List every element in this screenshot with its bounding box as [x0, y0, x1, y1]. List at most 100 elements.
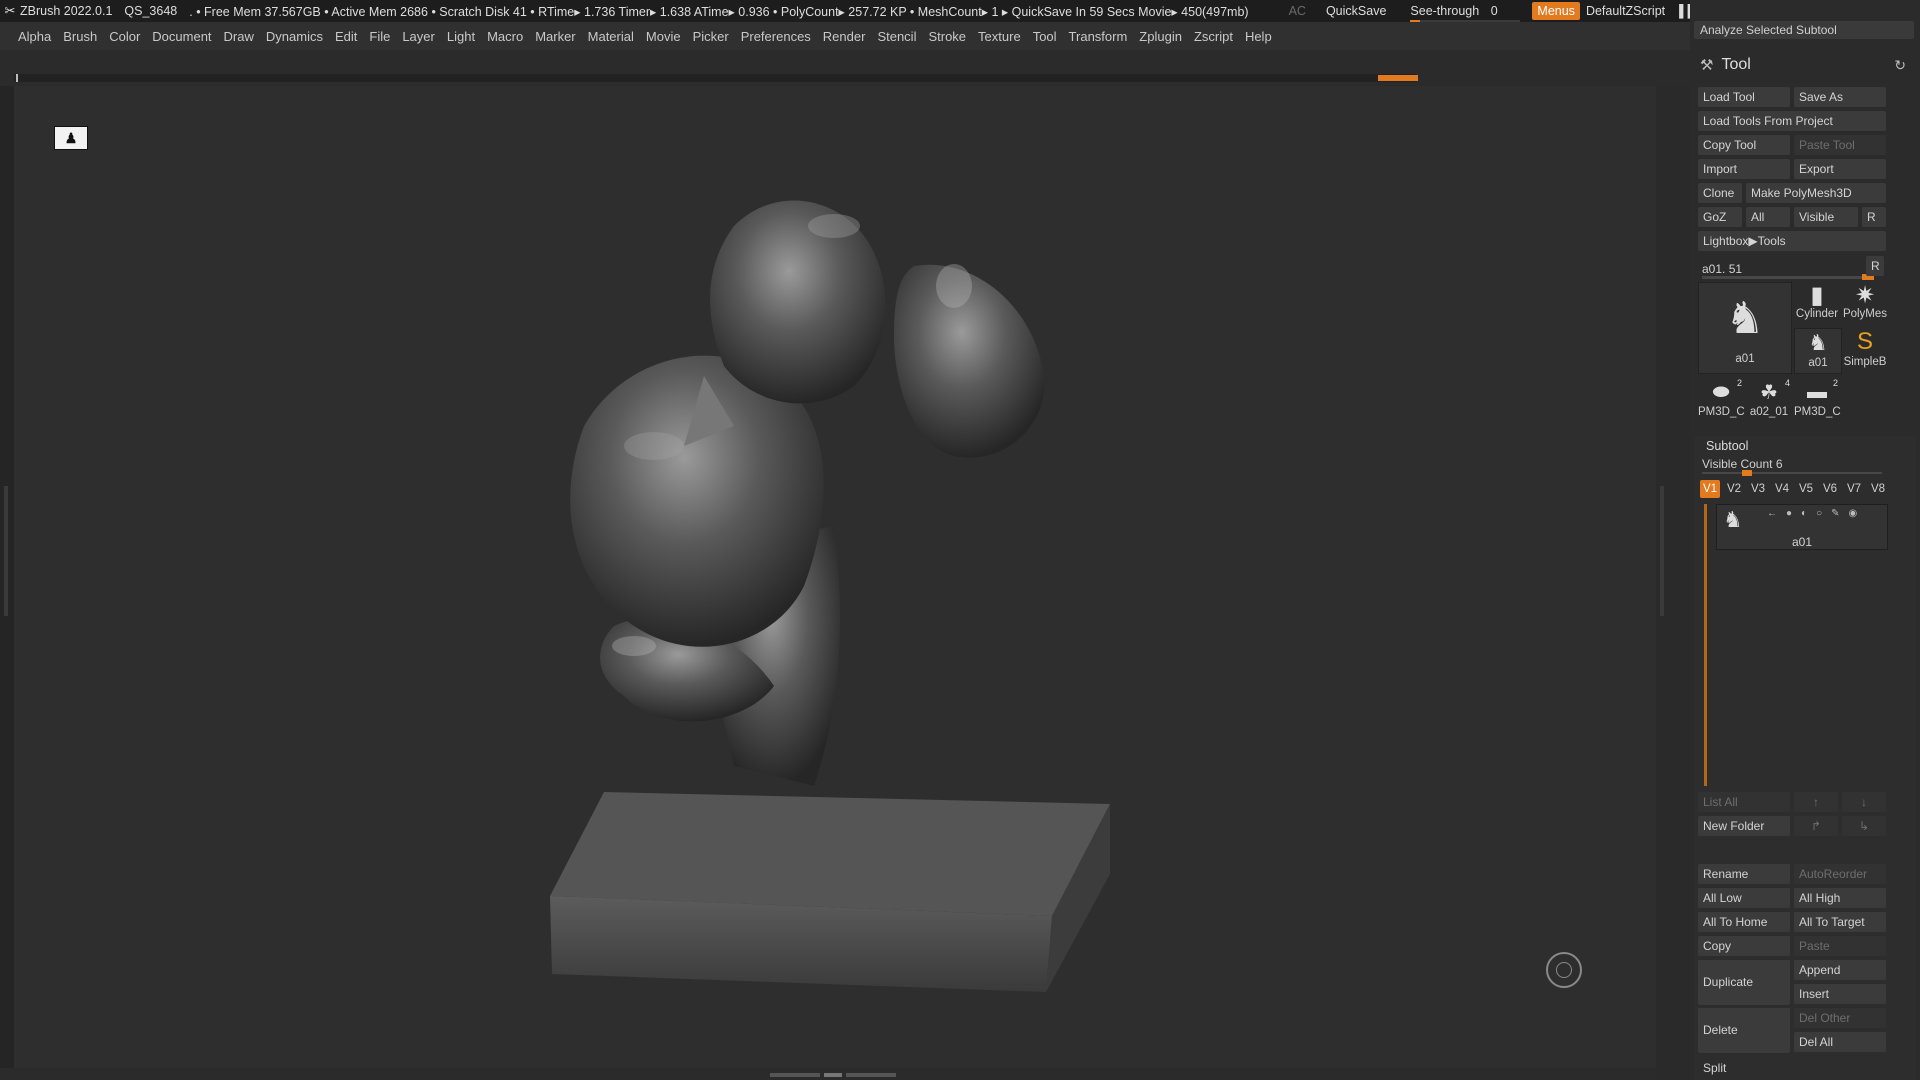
menu-zscript[interactable]: Zscript	[1194, 29, 1233, 44]
folder-out-icon[interactable]: ↳	[1842, 816, 1886, 836]
menu-macro[interactable]: Macro	[487, 29, 523, 44]
menus-toggle-button[interactable]: Menus	[1532, 2, 1580, 20]
tool-thumb-polymesh[interactable]: ✷ PolyMes	[1842, 282, 1888, 322]
save-as-button[interactable]: Save As	[1794, 87, 1886, 107]
tool-thumb-main[interactable]: ♞ a01	[1698, 282, 1792, 374]
all-to-home-button[interactable]: All To Home	[1698, 912, 1790, 932]
list-all-button[interactable]: List All	[1698, 792, 1790, 812]
folder-icon[interactable]: ○	[1816, 508, 1822, 519]
del-all-button[interactable]: Del All	[1794, 1032, 1886, 1052]
tool-thumb-pm3d-2[interactable]: 2 ▬ PM3D_C	[1794, 378, 1841, 422]
document-canvas[interactable]: ♟	[14, 86, 1656, 1068]
autoreorder-button[interactable]: AutoReorder	[1794, 864, 1886, 884]
load-tool-button[interactable]: Load Tool	[1698, 87, 1790, 107]
menu-help[interactable]: Help	[1245, 29, 1272, 44]
menu-zplugin[interactable]: Zplugin	[1139, 29, 1182, 44]
vset-v6[interactable]: V6	[1820, 480, 1840, 498]
refresh-icon[interactable]: ↻	[1894, 57, 1906, 74]
menu-texture[interactable]: Texture	[978, 29, 1021, 44]
move-down-icon[interactable]: ↓	[1842, 792, 1886, 812]
goz-all-button[interactable]: All	[1746, 207, 1790, 227]
analyze-subtool-button[interactable]: Analyze Selected Subtool	[1694, 21, 1914, 39]
insert-button[interactable]: Insert	[1794, 984, 1886, 1004]
vset-v1[interactable]: V1	[1700, 480, 1720, 498]
all-high-button[interactable]: All High	[1794, 888, 1886, 908]
tool-thumb-cylinder[interactable]: ▮ Cylinder	[1794, 282, 1840, 322]
vset-v7[interactable]: V7	[1844, 480, 1864, 498]
delete-button[interactable]: Delete	[1698, 1008, 1790, 1053]
brush-icon[interactable]: ←	[1767, 508, 1777, 519]
vset-v3[interactable]: V3	[1748, 480, 1768, 498]
vset-v5[interactable]: V5	[1796, 480, 1816, 498]
menu-preferences[interactable]: Preferences	[741, 29, 811, 44]
polypaint-icon[interactable]: ◐	[1801, 508, 1807, 519]
menu-tool[interactable]: Tool	[1033, 29, 1057, 44]
split-button[interactable]: Split	[1698, 1058, 1790, 1078]
right-tray[interactable]	[1656, 86, 1690, 1080]
menu-light[interactable]: Light	[447, 29, 475, 44]
clone-button[interactable]: Clone	[1698, 183, 1742, 203]
paste-tool-button[interactable]: Paste Tool	[1794, 135, 1886, 155]
menu-stroke[interactable]: Stroke	[928, 29, 966, 44]
tool-thumb-a01[interactable]: ♞ a01	[1794, 328, 1842, 374]
menu-alpha[interactable]: Alpha	[18, 29, 51, 44]
see-through-slider[interactable]: See-through 0	[1410, 4, 1521, 22]
subtool-title[interactable]: Subtool	[1706, 439, 1748, 453]
tool-slider-r-button[interactable]: R	[1866, 256, 1884, 276]
vset-v2[interactable]: V2	[1724, 480, 1744, 498]
pencil-icon[interactable]: ✎	[1831, 508, 1839, 519]
menu-marker[interactable]: Marker	[535, 29, 575, 44]
make-polymesh-button[interactable]: Make PolyMesh3D	[1746, 183, 1886, 203]
import-button[interactable]: Import	[1698, 159, 1790, 179]
subtool-item[interactable]: ♞ ← ● ◐ ○ ✎ ◉ a01	[1716, 504, 1888, 550]
tool-thumb-simpleb[interactable]: S SimpleB	[1842, 328, 1888, 372]
menu-draw[interactable]: Draw	[224, 29, 254, 44]
tool-thumb-pm3d-1[interactable]: 2 ⬬ PM3D_C	[1698, 378, 1745, 422]
left-tray[interactable]	[0, 86, 14, 1068]
menu-file[interactable]: File	[369, 29, 390, 44]
timeline-strip[interactable]	[14, 74, 1418, 82]
vset-v4[interactable]: V4	[1772, 480, 1792, 498]
menu-stencil[interactable]: Stencil	[877, 29, 916, 44]
new-folder-button[interactable]: New Folder	[1698, 816, 1790, 836]
load-tools-from-project-button[interactable]: Load Tools From Project	[1698, 111, 1886, 131]
menu-color[interactable]: Color	[109, 29, 140, 44]
menu-picker[interactable]: Picker	[693, 29, 729, 44]
subtool-list-scrollbar[interactable]	[1704, 504, 1707, 786]
tool-thumb-a02[interactable]: 4 ☘ a02_01	[1746, 378, 1792, 422]
menu-movie[interactable]: Movie	[646, 29, 681, 44]
tool-panel-header[interactable]: ⚒ Tool ↻	[1690, 54, 1920, 76]
menu-layer[interactable]: Layer	[402, 29, 435, 44]
rename-button[interactable]: Rename	[1698, 864, 1790, 884]
timeline-marker[interactable]	[1378, 75, 1418, 81]
move-up-icon[interactable]: ↑	[1794, 792, 1838, 812]
visible-count-slider[interactable]: Visible Count 6	[1702, 457, 1882, 476]
goz-visible-button[interactable]: Visible	[1794, 207, 1858, 227]
menu-brush[interactable]: Brush	[63, 29, 97, 44]
circle-gizmo-icon[interactable]	[1546, 952, 1582, 988]
menu-edit[interactable]: Edit	[335, 29, 357, 44]
tool-slider[interactable]: a01. 51	[1702, 262, 1882, 280]
eye-icon[interactable]: ◉	[1849, 508, 1858, 519]
goz-button[interactable]: GoZ	[1698, 207, 1742, 227]
default-zscript-button[interactable]: DefaultZScript	[1586, 4, 1665, 18]
sculpt-model[interactable]	[14, 86, 1656, 1068]
ac-button[interactable]: AC	[1289, 4, 1306, 18]
export-button[interactable]: Export	[1794, 159, 1886, 179]
del-other-button[interactable]: Del Other	[1794, 1008, 1886, 1028]
lightbox-tools-button[interactable]: Lightbox▶Tools	[1698, 231, 1886, 251]
append-button[interactable]: Append	[1794, 960, 1886, 980]
quicksave-button[interactable]: QuickSave	[1326, 4, 1386, 18]
vset-v8[interactable]: V8	[1868, 480, 1888, 498]
menu-document[interactable]: Document	[152, 29, 211, 44]
paste-button[interactable]: Paste	[1794, 936, 1886, 956]
menu-dynamics[interactable]: Dynamics	[266, 29, 323, 44]
menu-transform[interactable]: Transform	[1069, 29, 1128, 44]
bottom-tray-handle[interactable]	[770, 1071, 900, 1078]
copy-button[interactable]: Copy	[1698, 936, 1790, 956]
duplicate-button[interactable]: Duplicate	[1698, 960, 1790, 1005]
all-low-button[interactable]: All Low	[1698, 888, 1790, 908]
all-to-target-button[interactable]: All To Target	[1794, 912, 1886, 932]
menu-material[interactable]: Material	[588, 29, 634, 44]
folder-in-icon[interactable]: ↱	[1794, 816, 1838, 836]
